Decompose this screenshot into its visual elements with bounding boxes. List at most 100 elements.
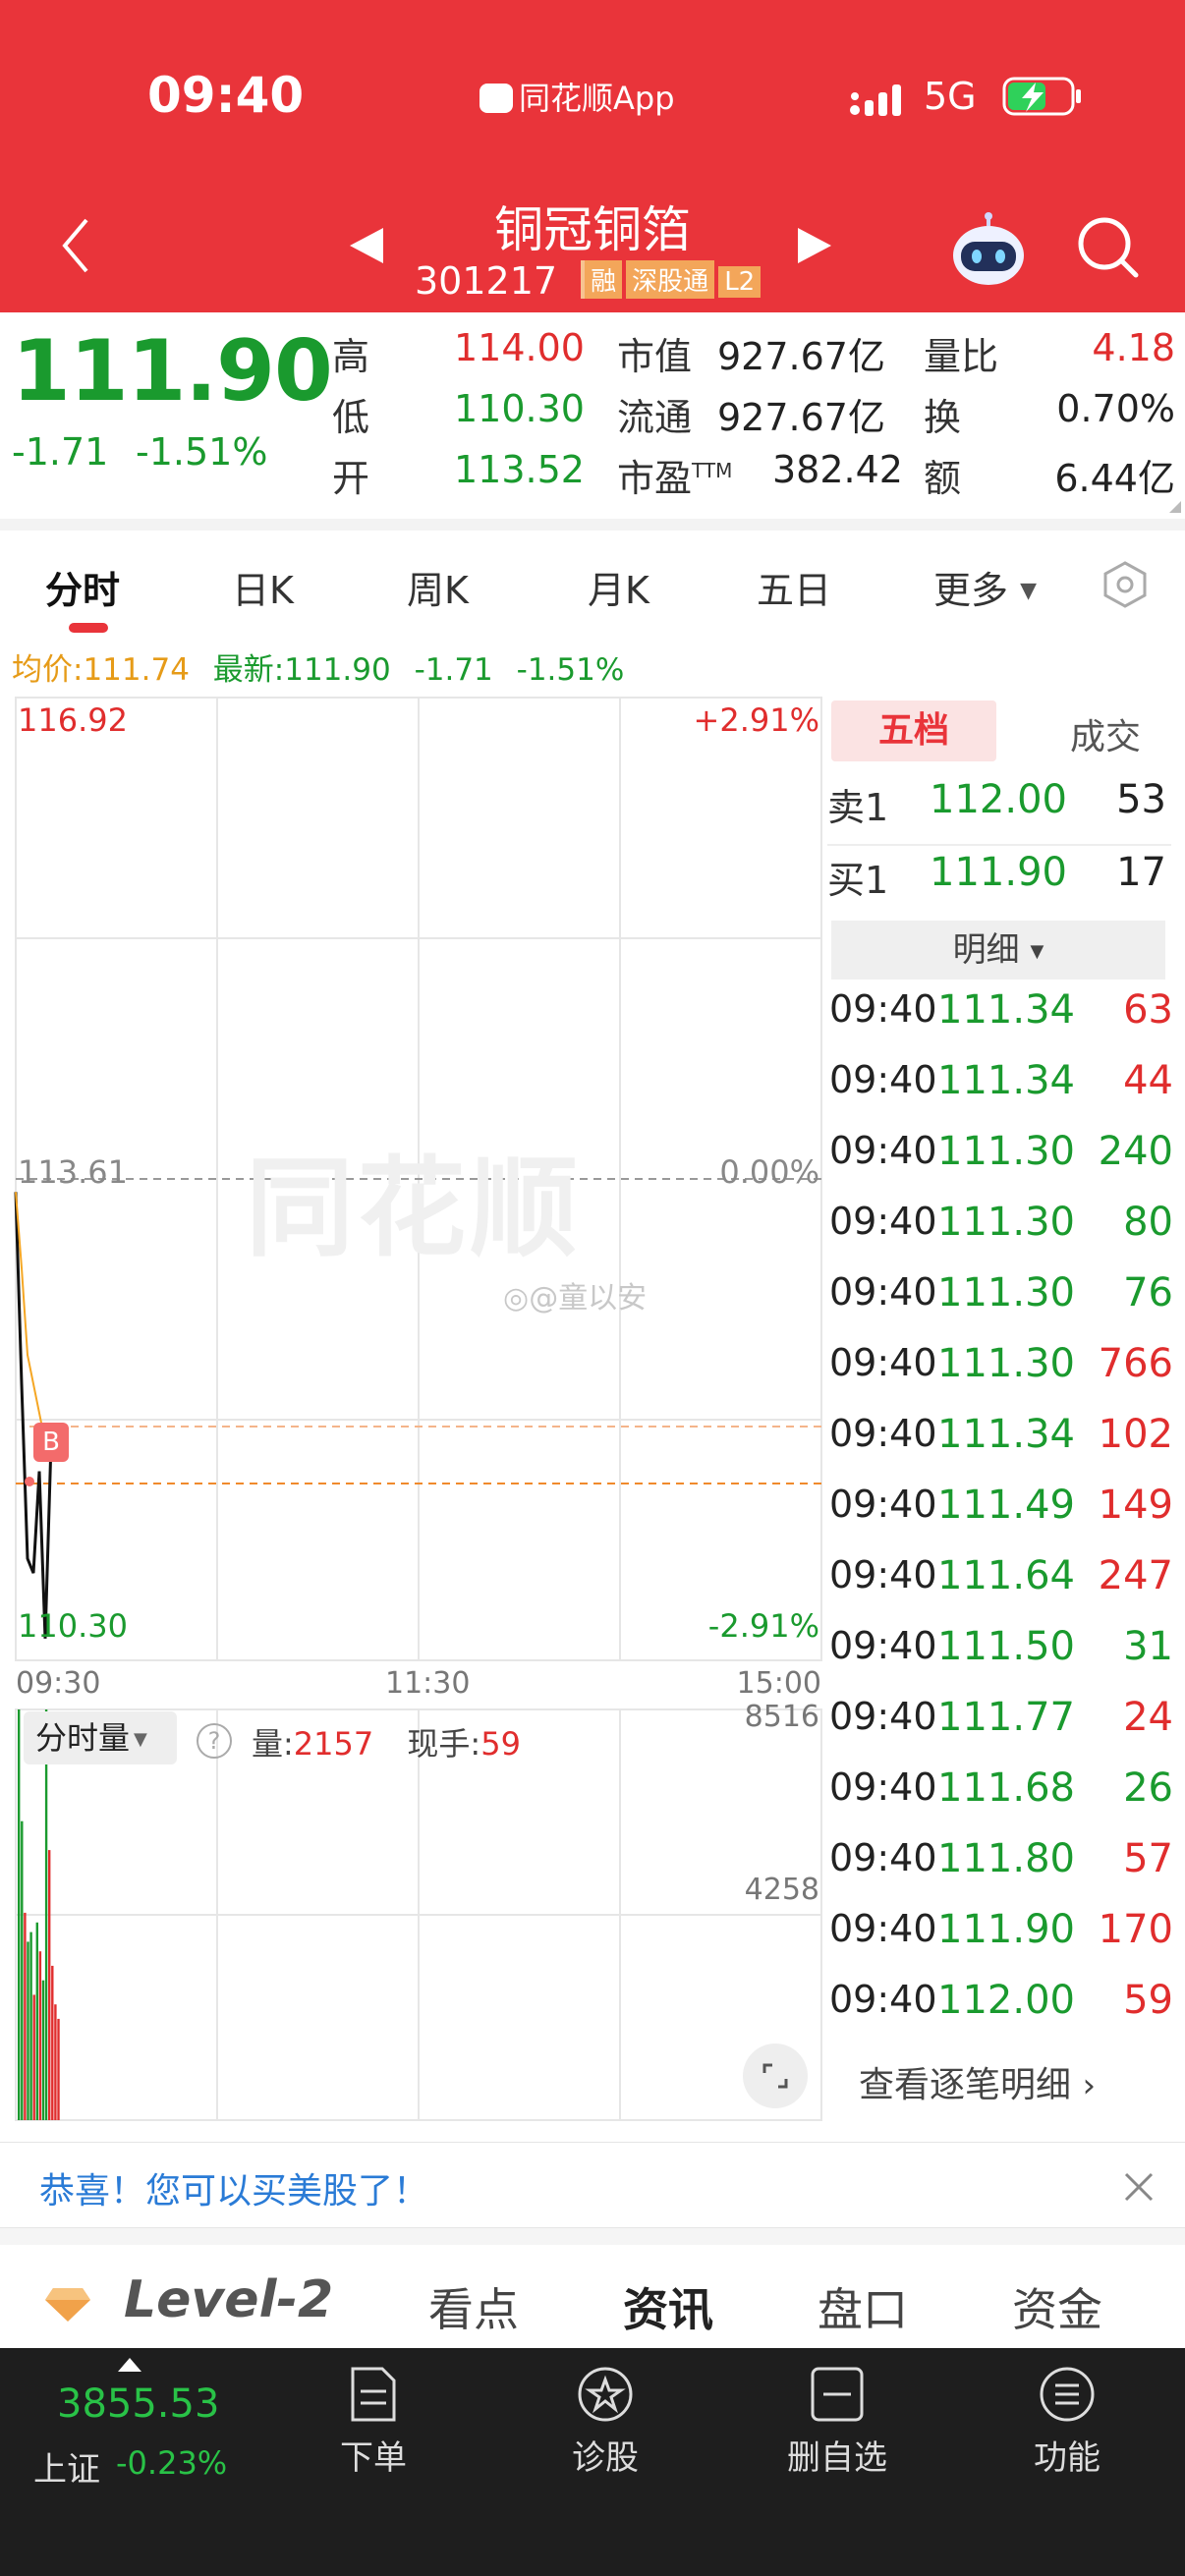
tab-handicap[interactable]: 盘口 <box>818 2274 908 2339</box>
trade-row: 09:40 111.34 44 <box>829 1058 1173 1117</box>
trade-row: 09:40 111.90 170 <box>829 1907 1173 1966</box>
trade-row: 09:40 111.30 76 <box>829 1270 1173 1329</box>
tab-more[interactable]: 更多 ▼ <box>933 560 1037 614</box>
trade-volume: 59 <box>1123 1978 1173 2023</box>
network-label: 5G <box>924 75 977 118</box>
tab-level2[interactable]: Level-2 <box>124 2270 333 2329</box>
trade-price: 111.68 <box>937 1765 1075 1811</box>
trade-row: 09:40 111.34 102 <box>829 1412 1173 1471</box>
open-value: 113.52 <box>454 448 585 491</box>
watermark-brand: 同花顺 <box>246 1146 582 1271</box>
promo-notice[interactable]: 恭喜！您可以买美股了！ <box>0 2142 1185 2228</box>
pct-mid-label: 0.00% <box>719 1153 819 1191</box>
index-widget[interactable]: 3855.53 上证 -0.23% <box>0 2348 255 2505</box>
trade-volume: 247 <box>1098 1553 1173 1598</box>
avg-price: 均价:111.74 <box>12 652 190 688</box>
trade-volume: 24 <box>1123 1695 1173 1740</box>
view-all-trades-link[interactable]: 查看逐笔明细 › <box>859 2056 1096 2107</box>
float-label: 流通 <box>617 396 693 439</box>
help-icon[interactable]: ? <box>197 1723 232 1759</box>
volume-type-select[interactable]: 分时量 ▼ <box>24 1711 177 1764</box>
trade-row: 09:40 111.64 247 <box>829 1553 1173 1612</box>
trade-time: 09:40 <box>829 1553 937 1596</box>
trade-volume: 63 <box>1123 987 1173 1033</box>
trade-row: 09:40 111.80 57 <box>829 1836 1173 1895</box>
trade-price: 111.30 <box>937 1129 1075 1174</box>
trade-row: 09:40 111.30 240 <box>829 1129 1173 1188</box>
tab-five-day[interactable]: 五日 <box>757 560 831 614</box>
dropdown-caret-icon: ▼ <box>1020 579 1038 603</box>
detail-select[interactable]: 明细 ▼ <box>831 921 1165 980</box>
mktcap-value: 927.67亿 <box>717 335 885 378</box>
low-label: 低 <box>332 396 370 439</box>
settings-hex-icon[interactable] <box>1100 560 1150 613</box>
trade-price: 111.30 <box>937 1341 1075 1386</box>
tab-deals[interactable]: 成交 <box>1042 708 1169 759</box>
fullscreen-icon[interactable] <box>743 2044 808 2108</box>
amount-label: 额 <box>924 457 962 500</box>
tab-intraday[interactable]: 分时 <box>45 560 120 614</box>
tab-monthly-k[interactable]: 月K <box>588 560 649 614</box>
tab-news[interactable]: 资讯 <box>623 2274 713 2339</box>
expand-corner-icon[interactable] <box>1169 501 1181 513</box>
volume-bar <box>24 1912 27 2120</box>
trade-price: 111.90 <box>937 1907 1075 1952</box>
trade-marker-dot <box>25 1477 34 1486</box>
buy1-price: 111.90 <box>930 850 1067 895</box>
trade-row: 09:40 111.34 63 <box>829 987 1173 1046</box>
tab-more-label: 更多 <box>933 569 1009 612</box>
detail-select-label: 明细 <box>952 930 1020 970</box>
info-tabs: Level-2 看点 资讯 盘口 资金 <box>0 2245 1185 2348</box>
trade-price: 111.49 <box>937 1483 1075 1528</box>
next-stock-icon[interactable] <box>798 228 831 267</box>
sell1-price: 112.00 <box>930 777 1067 822</box>
battery-icon <box>1002 75 1083 122</box>
trade-time: 09:40 <box>829 1129 937 1172</box>
volume-bar <box>18 1709 21 2120</box>
nav-remove-watchlist[interactable]: 删自选 <box>759 2366 916 2479</box>
high-label: 高 <box>332 335 370 378</box>
status-app-name: 同花顺App <box>519 80 675 117</box>
trade-price: 111.30 <box>937 1200 1075 1245</box>
trade-volume: 170 <box>1098 1907 1173 1952</box>
trade-volume: 57 <box>1123 1836 1173 1881</box>
trade-time: 09:40 <box>829 1978 937 2021</box>
trade-volume: 149 <box>1098 1483 1173 1528</box>
vol-max-label: 8516 <box>744 1700 819 1734</box>
tab-five-levels[interactable]: 五档 <box>831 700 996 761</box>
chart-info-row: 均价:111.74 最新:111.90 -1.71 -1.51% <box>12 644 624 689</box>
trade-time: 09:40 <box>829 987 937 1031</box>
tab-highlights[interactable]: 看点 <box>428 2274 519 2339</box>
high-value: 114.00 <box>454 326 585 369</box>
intraday-chart[interactable]: 同花顺 ◎@童以安 116.92 +2.91% 113.61 0.00% 110… <box>0 688 825 2122</box>
close-icon[interactable] <box>1122 2170 1156 2208</box>
volume-bar <box>41 1980 45 2120</box>
trade-price: 111.30 <box>937 1270 1075 1316</box>
marker-b-badge[interactable]: B <box>33 1423 69 1462</box>
tab-daily-k[interactable]: 日K <box>232 560 294 614</box>
pe-label-text: 市盈 <box>617 457 693 500</box>
robot-assistant-icon[interactable] <box>949 212 1028 291</box>
ob-divider <box>827 844 1171 846</box>
volume-value: 2157 <box>293 1725 374 1763</box>
trade-volume: 80 <box>1123 1200 1173 1245</box>
trade-row: 09:40 111.68 26 <box>829 1765 1173 1824</box>
search-icon[interactable] <box>1075 214 1140 283</box>
volume-type-label: 分时量 <box>35 1719 131 1757</box>
nav-functions[interactable]: 功能 <box>988 2366 1146 2479</box>
tab-weekly-k[interactable]: 周K <box>407 560 469 614</box>
volume-bar <box>51 1965 54 2120</box>
trade-price: 111.34 <box>937 1412 1075 1457</box>
remove-watchlist-icon <box>810 2366 865 2427</box>
trade-price: 111.77 <box>937 1695 1075 1740</box>
menu-icon <box>1038 2366 1097 2427</box>
badge-sz-connect: 深股通 <box>626 260 715 299</box>
view-all-trades-label: 查看逐笔明细 <box>859 2065 1072 2105</box>
volume-bar <box>54 2004 57 2120</box>
buy1-label: 买1 <box>827 859 889 902</box>
nav-diagnose[interactable]: 诊股 <box>527 2366 684 2479</box>
price-change-pct: -1.51% <box>136 430 268 474</box>
nav-order[interactable]: 下单 <box>295 2366 452 2479</box>
tab-capital[interactable]: 资金 <box>1012 2274 1102 2339</box>
watermark-user: ◎@童以安 <box>503 1273 647 1316</box>
